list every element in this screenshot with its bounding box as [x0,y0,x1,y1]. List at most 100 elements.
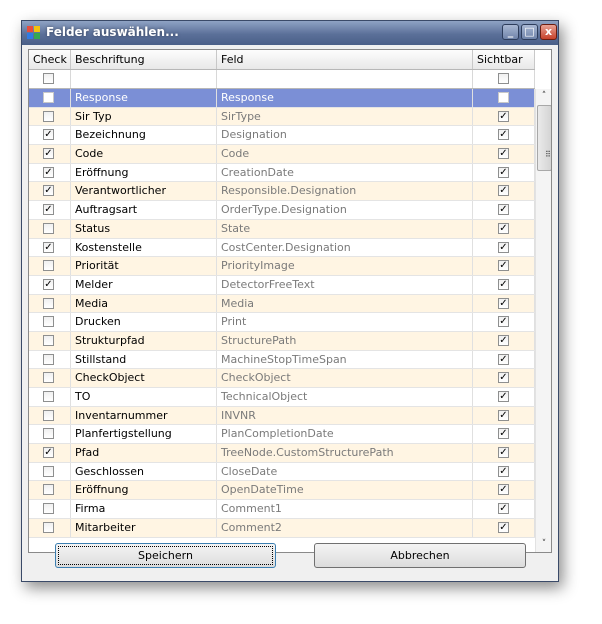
table-row[interactable]: ✓ Kostenstelle CostCenter.Designation ✓ [29,238,535,258]
row-check-checkbox[interactable] [43,521,54,533]
row-caption[interactable]: Strukturpfad [71,331,217,350]
row-check-checkbox[interactable] [43,316,54,328]
row-check-checkbox[interactable]: ✓ [43,129,54,141]
row-check-checkbox[interactable] [43,297,54,309]
row-check-checkbox[interactable] [43,372,54,384]
title-bar[interactable]: Felder auswählen... _ □ x [22,21,558,45]
table-row[interactable]: Inventarnummer INVNR ✓ [29,406,535,426]
row-caption[interactable]: Priorität [71,257,217,275]
row-visible-checkbox[interactable]: ✓ [498,447,509,459]
row-caption[interactable]: Mitarbeiter [71,518,217,537]
row-caption[interactable]: Geschlossen [71,462,217,481]
row-caption[interactable]: Inventarnummer [71,406,217,425]
table-row[interactable]: Eröffnung OpenDateTime ✓ [29,481,535,501]
table-row[interactable]: Sir Typ SirType ✓ [29,107,535,127]
row-caption[interactable]: TO [71,388,217,406]
row-caption[interactable]: Melder [71,275,217,294]
table-row[interactable]: Firma Comment1 ✓ [29,500,535,519]
table-row[interactable]: ✓ Auftragsart OrderType.Designation ✓ [29,201,535,220]
row-caption[interactable]: Bezeichnung [71,126,217,145]
save-button[interactable]: Speichern [55,543,276,568]
row-visible-checkbox[interactable]: ✓ [498,204,509,216]
row-visible-checkbox[interactable]: ✓ [498,185,509,197]
row-visible-checkbox[interactable]: ✓ [498,241,509,253]
row-check-checkbox[interactable]: ✓ [43,166,54,178]
row-caption[interactable]: Code [71,145,217,163]
table-row[interactable]: Response Response [29,89,535,108]
row-visible-checkbox[interactable]: ✓ [498,129,509,141]
row-check-checkbox[interactable]: ✓ [43,148,54,160]
row-check-checkbox[interactable] [43,353,54,365]
table-row[interactable]: Mitarbeiter Comment2 ✓ [29,518,535,538]
table-row[interactable]: CheckObject CheckObject ✓ [29,369,535,388]
scroll-up-icon[interactable]: ˄ [537,89,551,103]
close-button[interactable]: x [540,24,557,40]
table-row[interactable]: Strukturpfad StructurePath ✓ [29,331,535,351]
row-visible-checkbox[interactable]: ✓ [498,260,509,272]
row-visible-checkbox[interactable]: ✓ [498,110,509,122]
row-check-checkbox[interactable]: ✓ [43,447,54,459]
row-check-checkbox[interactable] [43,110,54,122]
row-caption[interactable]: Kostenstelle [71,238,217,257]
row-check-checkbox[interactable]: ✓ [43,185,54,197]
check-all-checkbox[interactable] [43,73,54,84]
row-check-checkbox[interactable] [43,92,54,103]
row-visible-checkbox[interactable]: ✓ [498,297,509,309]
table-row[interactable]: Drucken Print ✓ [29,313,535,332]
filter-field-cell[interactable] [217,70,473,88]
row-visible-checkbox[interactable]: ✓ [498,391,509,402]
row-visible-checkbox[interactable]: ✓ [498,222,509,234]
row-visible-checkbox[interactable]: ✓ [498,503,509,515]
row-check-checkbox[interactable] [43,428,54,440]
table-row[interactable]: ✓ Pfad TreeNode.CustomStructurePath ✓ [29,444,535,463]
row-caption[interactable]: Eröffnung [71,481,217,500]
row-visible-checkbox[interactable] [498,92,509,103]
row-caption[interactable]: Auftragsart [71,201,217,219]
table-row[interactable]: ✓ Code Code ✓ [29,145,535,164]
row-caption[interactable]: Drucken [71,313,217,331]
resize-grip-icon[interactable]: ⠿ [545,150,551,159]
table-row[interactable]: ✓ Bezeichnung Designation ✓ [29,126,535,146]
table-row[interactable]: ✓ Verantwortlicher Responsible.Designation… [29,182,535,202]
row-check-checkbox[interactable] [43,391,54,402]
minimize-button[interactable]: _ [502,24,519,40]
cancel-button[interactable]: Abbrechen [314,543,526,568]
row-caption[interactable]: Sir Typ [71,107,217,126]
table-row[interactable]: Status State ✓ [29,219,535,239]
table-row[interactable]: ✓ Melder DetectorFreeText ✓ [29,275,535,295]
row-visible-checkbox[interactable]: ✓ [498,521,509,533]
row-caption[interactable]: Status [71,219,217,238]
row-check-checkbox[interactable]: ✓ [43,278,54,290]
row-check-checkbox[interactable] [43,503,54,515]
row-check-checkbox[interactable] [43,484,54,496]
table-row[interactable]: TO TechnicalObject ✓ [29,388,535,407]
column-header-field[interactable]: Feld [217,50,473,69]
filter-caption-cell[interactable] [71,70,217,88]
row-caption[interactable]: Media [71,294,217,313]
row-caption[interactable]: CheckObject [71,369,217,387]
row-caption[interactable]: Response [71,89,217,107]
table-row[interactable]: Geschlossen CloseDate ✓ [29,462,535,482]
row-check-checkbox[interactable]: ✓ [43,241,54,253]
column-header-visible[interactable]: Sichtbar [473,50,535,69]
row-caption[interactable]: Verantwortlicher [71,182,217,201]
row-visible-checkbox[interactable]: ✓ [498,148,509,160]
maximize-button[interactable]: □ [521,24,538,40]
row-visible-checkbox[interactable]: ✓ [498,409,509,421]
row-visible-checkbox[interactable]: ✓ [498,428,509,440]
scroll-down-icon[interactable]: ˅ [537,537,551,551]
row-visible-checkbox[interactable]: ✓ [498,278,509,290]
row-check-checkbox[interactable] [43,465,54,477]
row-check-checkbox[interactable]: ✓ [43,204,54,216]
row-visible-checkbox[interactable]: ✓ [498,316,509,328]
row-check-checkbox[interactable] [43,260,54,272]
row-visible-checkbox[interactable]: ✓ [498,334,509,346]
table-row[interactable]: Stillstand MachineStopTimeSpan ✓ [29,350,535,370]
row-caption[interactable]: Planfertigstellung [71,425,217,444]
row-visible-checkbox[interactable]: ✓ [498,484,509,496]
row-caption[interactable]: Pfad [71,444,217,462]
row-caption[interactable]: Eröffnung [71,163,217,182]
table-row[interactable]: Planfertigstellung PlanCompletionDate ✓ [29,425,535,445]
row-visible-checkbox[interactable]: ✓ [498,465,509,477]
scroll-thumb[interactable] [537,105,551,171]
